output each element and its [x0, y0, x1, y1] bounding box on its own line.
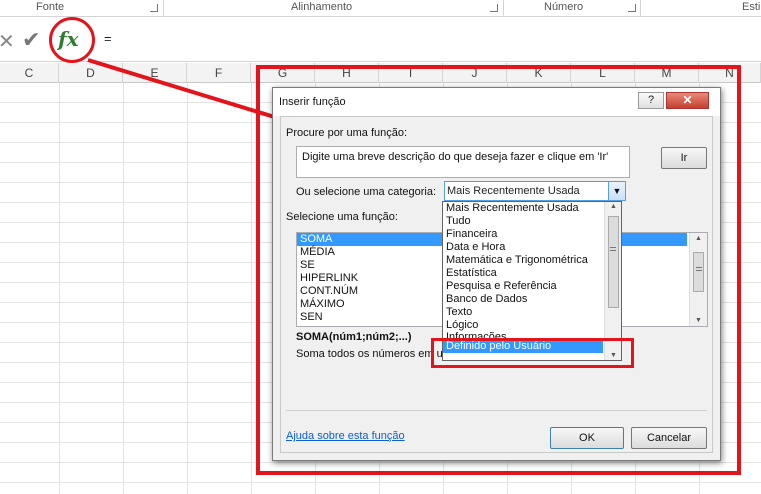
dropdown-option[interactable]: Matemática e Trigonométrica [443, 254, 621, 267]
function-list-scrollbar[interactable]: ▲ ▼ [689, 233, 707, 326]
dropdown-option[interactable]: Financeira [443, 228, 621, 241]
function-label: Selecione uma função: [286, 211, 398, 223]
category-select-value: Mais Recentemente Usada [447, 185, 580, 197]
fx-annotation-circle [49, 17, 95, 63]
scroll-thumb[interactable] [693, 252, 704, 292]
dropdown-option[interactable]: Mais Recentemente Usada [443, 202, 621, 215]
column-header-f[interactable]: F [187, 63, 251, 83]
ribbon-group-estilo: Esti [742, 1, 761, 13]
function-help-link[interactable]: Ajuda sobre esta função [286, 430, 405, 442]
formula-content[interactable]: = [104, 31, 112, 46]
column-header-c[interactable]: C [0, 63, 59, 83]
ribbon-separator [163, 0, 164, 16]
ribbon-group-numero: Número [544, 1, 584, 13]
ribbon-group-alinhamento: Alinhamento [291, 1, 353, 13]
dropdown-option[interactable]: Data e Hora [443, 241, 621, 254]
ribbon-group-fonte: Fonte [36, 1, 65, 13]
help-button[interactable]: ? [638, 92, 664, 109]
dialog-titlebar[interactable]: Inserir função ? ✕ [273, 88, 720, 116]
dialog-title: Inserir função [279, 96, 346, 108]
category-dropdown-list[interactable]: Mais Recentemente Usada Tudo Financeira … [442, 201, 622, 361]
ok-button[interactable]: OK [550, 427, 624, 449]
close-icon[interactable]: ✕ [0, 29, 15, 54]
dropdown-option[interactable]: Pesquisa e Referência [443, 280, 621, 293]
dropdown-option[interactable]: Tudo [443, 215, 621, 228]
scroll-up-icon[interactable]: ▲ [695, 235, 702, 242]
search-input[interactable]: Digite uma breve descrição do que deseja… [296, 146, 630, 178]
close-button[interactable]: ✕ [666, 92, 709, 109]
dropdown-option[interactable]: Estatística [443, 267, 621, 280]
dropdown-option[interactable]: Lógico [443, 319, 621, 332]
ribbon: Fonte Alinhamento Número Esti [0, 0, 761, 17]
alinhamento-launcher-icon[interactable] [490, 4, 498, 12]
search-label: Procure por uma função: [286, 127, 408, 139]
formula-bar: ✕ ✔ fx = [0, 17, 761, 62]
divider [286, 410, 707, 411]
scroll-up-icon[interactable]: ▲ [610, 203, 617, 210]
grip-icon [610, 247, 616, 251]
numero-launcher-icon[interactable] [628, 4, 636, 12]
fonte-launcher-icon[interactable] [150, 4, 158, 12]
function-syntax: SOMA(núm1;núm2;...) [296, 331, 412, 343]
dropdown-option[interactable]: Banco de Dados [443, 293, 621, 306]
chevron-down-icon[interactable]: ▼ [608, 182, 625, 200]
check-icon[interactable]: ✔ [22, 27, 40, 53]
category-label: Ou selecione uma categoria: [296, 186, 437, 198]
dropdown-scrollbar[interactable]: ▲ ▼ [604, 202, 621, 360]
ribbon-separator [503, 0, 504, 16]
dropdown-option[interactable]: Texto [443, 306, 621, 319]
scroll-down-icon[interactable]: ▼ [695, 317, 702, 324]
function-description: Soma todos os números em u [296, 348, 443, 360]
go-button[interactable]: Ir [661, 147, 707, 169]
grip-icon [696, 267, 702, 271]
category-select[interactable]: Mais Recentemente Usada ▼ [444, 181, 626, 201]
ribbon-separator [640, 0, 641, 16]
cancel-button[interactable]: Cancelar [631, 427, 707, 449]
scroll-thumb[interactable] [608, 216, 619, 308]
selected-option-annotation-box [431, 338, 634, 368]
